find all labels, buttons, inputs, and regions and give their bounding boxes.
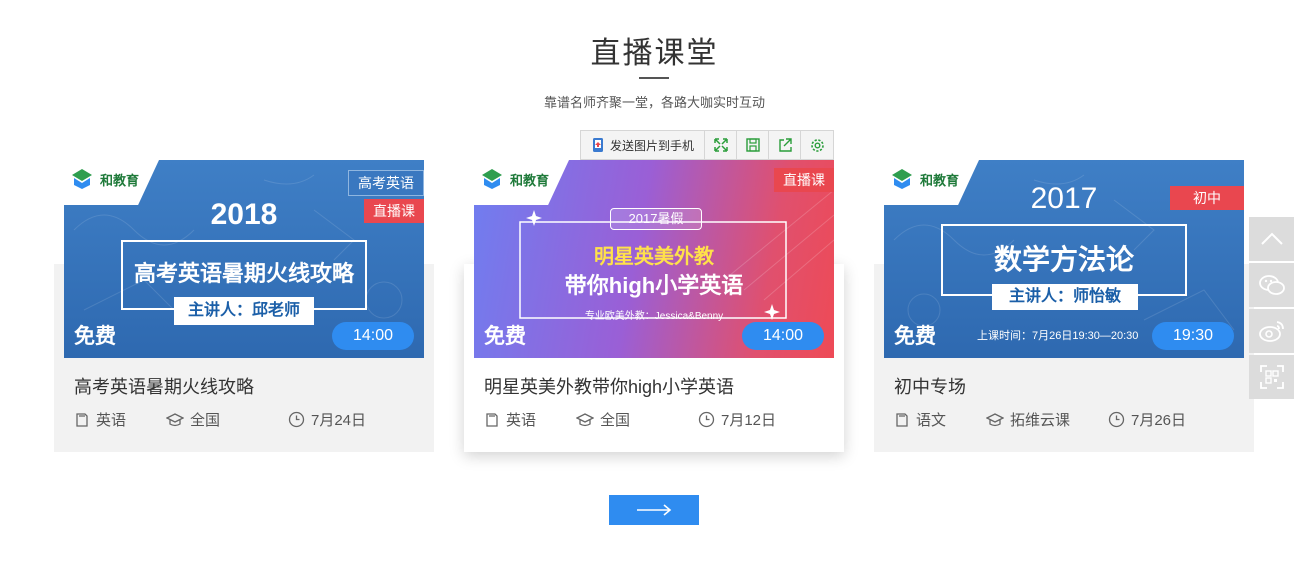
region-meta: 拓维云课 xyxy=(986,409,1070,430)
banner-year: 2018 xyxy=(210,198,278,231)
banner-headline: 高考英语暑期火线攻略 xyxy=(133,261,354,286)
free-label: 免费 xyxy=(74,325,116,348)
course-banner[interactable]: 和教育 初中 2017 数学方法论 主讲人：师怡敏 上课时间：7月26日19:3… xyxy=(884,160,1244,358)
arrow-right-icon xyxy=(637,504,672,516)
floating-sidebar xyxy=(1249,217,1294,401)
course-title[interactable]: 明星英美外教带你high小学英语 xyxy=(484,373,734,399)
region-text: 拓维云课 xyxy=(1010,412,1071,429)
course-card[interactable]: 和教育 初中 2017 数学方法论 主讲人：师怡敏 上课时间：7月26日19:3… xyxy=(874,160,1254,452)
course-banner[interactable]: 和教育 高考英语 直播课 2018 高考英语暑期火线攻略 主讲人：邱老师 免费 … xyxy=(64,160,424,358)
section-subtitle: 靠谱名师齐聚一堂，各路大咖实时互动 xyxy=(543,95,765,110)
brand-logo-text: 和教育 xyxy=(510,172,550,188)
graduation-cap-icon xyxy=(166,412,184,426)
subject-tag: 高考英语 xyxy=(348,170,424,196)
image-toolbar: 发送图片到手机 xyxy=(580,130,835,160)
start-time-badge: 19:30 xyxy=(1152,322,1234,350)
weibo-button[interactable] xyxy=(1249,309,1294,353)
settings-icon xyxy=(810,138,824,152)
save-icon xyxy=(745,138,760,152)
banner-year: 2017 xyxy=(1030,182,1098,215)
qrcode-icon xyxy=(1259,365,1284,389)
date-text: 7月12日 xyxy=(721,412,777,429)
region-meta: 全国 xyxy=(166,409,220,430)
send-to-phone-button[interactable]: 发送图片到手机 xyxy=(581,131,706,159)
subject-meta: 语文 xyxy=(894,409,946,430)
free-label: 免费 xyxy=(894,325,936,348)
course-banner[interactable]: 和教育 直播课 2017暑假 明星英美外教 带你high小学英语 专业欧美外教：… xyxy=(474,160,834,358)
banner-headline-line2: 带你high小学英语 xyxy=(564,273,744,298)
brand-logo: 和教育 xyxy=(480,167,549,191)
weibo-icon xyxy=(1258,321,1284,342)
date-meta: 7月26日 xyxy=(1108,409,1186,430)
share-icon xyxy=(778,138,792,152)
free-label: 免费 xyxy=(484,325,526,348)
brand-logo-text: 和教育 xyxy=(100,172,140,188)
expand-button[interactable] xyxy=(705,131,738,159)
course-title[interactable]: 初中专场 xyxy=(894,373,966,399)
phone-icon xyxy=(593,138,603,152)
subject-meta: 英语 xyxy=(484,409,536,430)
region-text: 全国 xyxy=(190,412,221,429)
season-badge: 2017暑假 xyxy=(610,208,702,230)
more-courses-button[interactable] xyxy=(609,495,699,525)
banner-teacher-line: 专业欧美外教：Jessica&Benny xyxy=(584,311,724,322)
course-card[interactable]: 和教育 高考英语 直播课 2018 高考英语暑期火线攻略 主讲人：邱老师 免费 … xyxy=(54,160,434,452)
clock-icon xyxy=(1108,411,1125,428)
start-time-badge: 14:00 xyxy=(332,322,414,350)
start-time-badge: 14:00 xyxy=(742,322,824,350)
region-text: 全国 xyxy=(600,412,631,429)
settings-button[interactable] xyxy=(801,131,833,159)
subject-meta: 英语 xyxy=(74,409,126,430)
brand-logo: 和教育 xyxy=(70,167,139,191)
wechat-icon xyxy=(1258,275,1285,295)
date-text: 7月24日 xyxy=(311,412,367,429)
date-meta: 7月24日 xyxy=(288,409,366,430)
graduation-cap-icon xyxy=(986,412,1004,426)
subject-text: 英语 xyxy=(96,412,127,429)
send-to-phone-label: 发送图片到手机 xyxy=(610,138,695,153)
subject-text: 语文 xyxy=(916,412,947,429)
back-to-top-icon xyxy=(1260,232,1283,245)
subject-text: 英语 xyxy=(506,412,537,429)
save-button[interactable] xyxy=(737,131,770,159)
book-icon xyxy=(486,412,498,427)
banner-schedule: 上课时间：7月26日19:30—20:30 xyxy=(977,330,1139,342)
clock-icon xyxy=(698,411,715,428)
banner-lecturer: 主讲人：师怡敏 xyxy=(992,284,1138,310)
date-text: 7月26日 xyxy=(1131,412,1187,429)
title-divider xyxy=(639,77,669,79)
type-tag: 直播课 xyxy=(774,168,834,192)
clock-icon xyxy=(288,411,305,428)
banner-headline-line1: 明星英美外教 xyxy=(594,246,714,268)
qrcode-button[interactable] xyxy=(1249,355,1294,399)
banner-lecturer: 主讲人：邱老师 xyxy=(174,297,314,325)
brand-logo-icon xyxy=(72,169,92,189)
expand-icon xyxy=(713,138,728,152)
date-meta: 7月12日 xyxy=(698,409,776,430)
graduation-cap-icon xyxy=(576,412,594,426)
section-title: 直播课堂 xyxy=(590,37,719,70)
back-to-top-button[interactable] xyxy=(1249,217,1294,261)
region-meta: 全国 xyxy=(576,409,630,430)
banner-headline: 数学方法论 xyxy=(993,244,1134,275)
brand-logo-icon xyxy=(482,169,502,189)
wechat-button[interactable] xyxy=(1249,263,1294,307)
course-card[interactable]: 和教育 直播课 2017暑假 明星英美外教 带你high小学英语 专业欧美外教：… xyxy=(464,160,844,452)
course-title[interactable]: 高考英语暑期火线攻略 xyxy=(74,373,254,399)
book-icon xyxy=(76,412,88,427)
book-icon xyxy=(896,412,908,427)
share-button[interactable] xyxy=(769,131,802,159)
